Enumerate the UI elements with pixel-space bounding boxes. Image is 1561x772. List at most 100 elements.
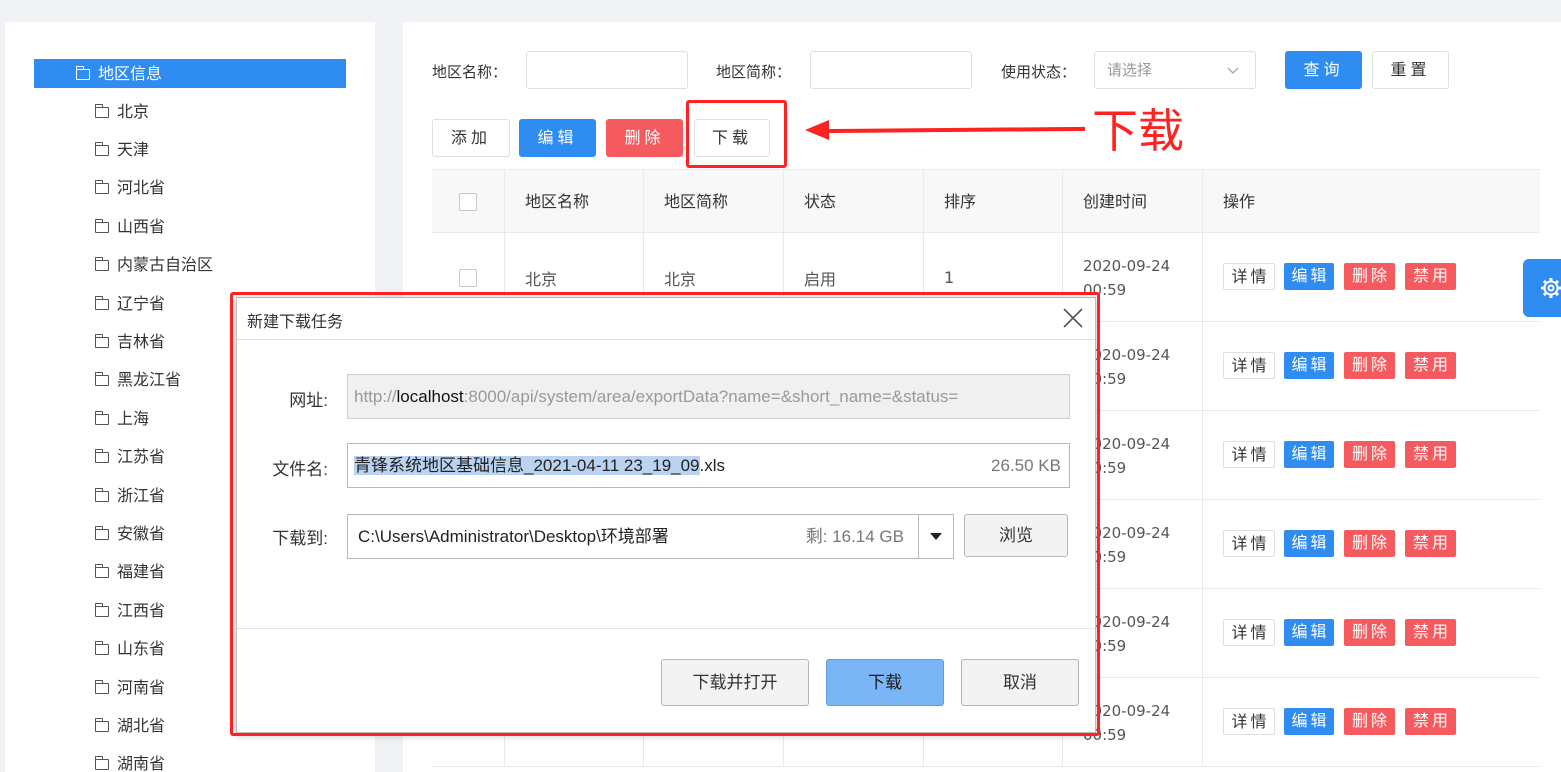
detail-button[interactable]: 详情 [1223,352,1275,379]
header-created: 创建时间 [1063,170,1203,234]
tree-item-label: 安徽省 [117,524,166,543]
tree-item-label: 内蒙古自治区 [117,255,214,274]
tree-item[interactable]: 河南省 [94,676,166,700]
row-delete-button[interactable]: 删除 [1344,263,1395,290]
cell-actions: 详情 编辑 删除 禁用 [1203,678,1540,767]
tree-item-label: 湖南省 [117,754,166,772]
row-delete-button[interactable]: 删除 [1344,708,1395,735]
row-edit-button[interactable]: 编辑 [1284,708,1334,735]
detail-button[interactable]: 详情 [1223,708,1275,735]
tree-item[interactable]: 山东省 [94,637,166,661]
annotation-label: 下载 [1092,104,1184,158]
row-edit-button[interactable]: 编辑 [1284,441,1334,468]
folder-icon [94,448,109,463]
tree-item-label: 吉林省 [117,332,166,351]
row-disable-button[interactable]: 禁用 [1405,441,1456,468]
reset-button[interactable]: 重置 [1372,51,1449,89]
row-disable-button[interactable]: 禁用 [1405,352,1456,379]
settings-tab[interactable] [1523,259,1561,317]
tree-item-label: 山东省 [117,639,166,658]
cell-actions: 详情 编辑 删除 禁用 [1203,411,1540,500]
cell-actions: 详情 编辑 删除 禁用 [1203,589,1540,678]
folder-icon [94,371,109,386]
folder-icon [94,755,109,770]
detail-button[interactable]: 详情 [1223,530,1275,557]
detail-button[interactable]: 详情 [1223,263,1275,290]
table-header: 地区名称 地区简称 状态 排序 创建时间 操作 [432,169,1540,234]
header-actions: 操作 [1223,192,1256,211]
folder-icon [94,141,109,156]
edit-button[interactable]: 编辑 [519,119,596,157]
status-select[interactable]: 请选择 [1094,51,1256,89]
row-disable-button[interactable]: 禁用 [1405,263,1456,290]
tree-item-label: 辽宁省 [117,294,166,313]
row-disable-button[interactable]: 禁用 [1405,530,1456,557]
header-sort: 排序 [924,170,1063,234]
row-edit-button[interactable]: 编辑 [1284,263,1334,290]
row-edit-button[interactable]: 编辑 [1284,619,1334,646]
folder-icon [94,525,109,540]
area-name-label: 地区名称： [432,63,508,81]
tree-item[interactable]: 湖南省 [94,752,166,772]
detail-button[interactable]: 详情 [1223,619,1275,646]
tree-item[interactable]: 江西省 [94,599,165,623]
cell-actions: 详情 编辑 删除 禁用 [1203,233,1540,322]
tree-item[interactable]: 湖北省 [94,714,166,738]
row-delete-button[interactable]: 删除 [1344,530,1395,557]
cell-actions: 详情 编辑 删除 禁用 [1203,322,1540,411]
folder-icon [94,256,109,271]
folder-icon [94,333,109,348]
tree-root-area-info[interactable]: 地区信息 [34,59,346,88]
header-select-all[interactable] [432,170,505,234]
tree-item[interactable]: 福建省 [94,560,166,584]
tree-item-label: 北京 [117,102,150,121]
tree-item[interactable]: 黑龙江省 [94,368,182,392]
folder-icon [94,295,109,310]
row-disable-button[interactable]: 禁用 [1405,619,1456,646]
tree-item-label: 浙江省 [117,486,166,505]
chevron-down-icon [1227,67,1239,74]
folder-icon [94,640,109,655]
dialog-highlight-box [230,292,1100,736]
gear-icon [1541,278,1561,298]
tree-item[interactable]: 天津 [94,138,150,162]
row-disable-button[interactable]: 禁用 [1405,708,1456,735]
row-delete-button[interactable]: 删除 [1344,619,1395,646]
add-button[interactable]: 添加 [432,119,510,157]
folder-icon [94,179,109,194]
tree-item-label: 天津 [117,140,150,159]
row-delete-button[interactable]: 删除 [1344,352,1395,379]
tree-item-label: 河南省 [117,678,166,697]
tree-item[interactable]: 北京 [94,100,150,124]
row-edit-button[interactable]: 编辑 [1284,530,1334,557]
tree-item[interactable]: 辽宁省 [94,292,166,316]
tree-item-label: 湖北省 [117,716,166,735]
highlight-box [686,100,787,168]
tree-item[interactable]: 安徽省 [94,522,166,546]
tree-item[interactable]: 江苏省 [94,445,165,469]
folder-icon [94,563,109,578]
folder-icon [94,410,109,425]
tree-item[interactable]: 上海 [94,407,149,431]
folder-open-icon [75,66,90,80]
delete-button[interactable]: 删除 [606,119,683,157]
query-button[interactable]: 查询 [1285,51,1362,89]
tree-item[interactable]: 山西省 [94,215,165,239]
row-edit-button[interactable]: 编辑 [1284,352,1334,379]
header-area-name: 地区名称 [505,170,644,234]
tree-item[interactable]: 河北省 [94,176,165,200]
tree-item-label: 黑龙江省 [117,370,182,389]
area-short-input[interactable] [810,51,972,89]
checkbox[interactable] [459,193,477,211]
folder-icon [94,487,109,502]
detail-button[interactable]: 详情 [1223,441,1275,468]
tree-item[interactable]: 浙江省 [94,484,166,508]
area-name-input[interactable] [526,51,688,89]
folder-icon [94,602,109,617]
tree-item[interactable]: 内蒙古自治区 [94,253,214,277]
tree-item-label: 福建省 [117,562,166,581]
row-delete-button[interactable]: 删除 [1344,441,1395,468]
tree-item[interactable]: 吉林省 [94,330,166,354]
status-label: 使用状态： [1001,63,1077,81]
checkbox[interactable] [459,268,477,287]
